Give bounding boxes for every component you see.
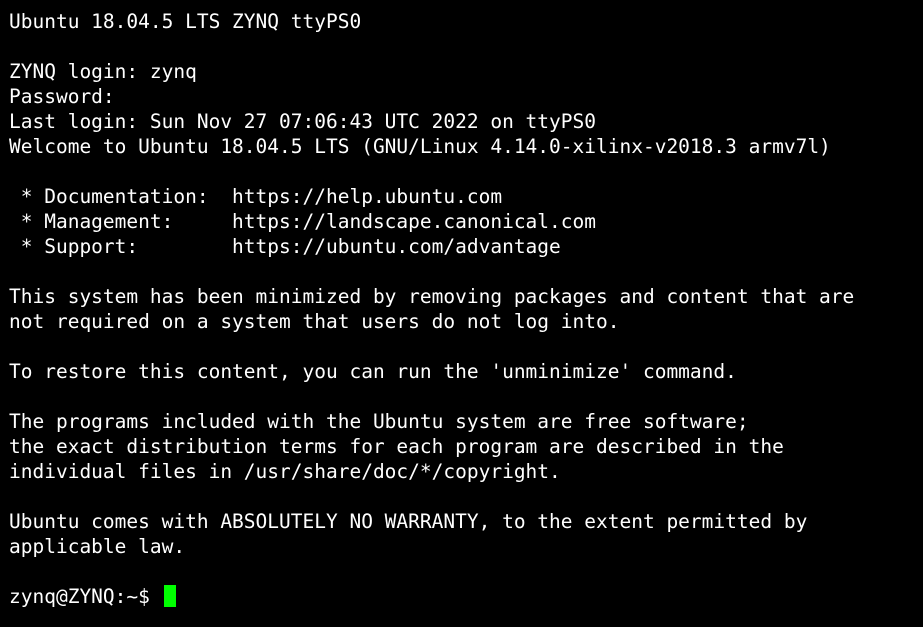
terminal-line-management: * Management: https://landscape.canonica… (9, 210, 596, 233)
terminal-line-warranty-1: Ubuntu comes with ABSOLUTELY NO WARRANTY… (9, 510, 808, 533)
terminal-line-last-login: Last login: Sun Nov 27 07:06:43 UTC 2022… (9, 110, 596, 133)
terminal-line-warranty-2: applicable law. (9, 535, 186, 558)
terminal-line-documentation: * Documentation: https://help.ubuntu.com (9, 185, 503, 208)
terminal-prompt-line[interactable]: zynq@ZYNQ:~$ (9, 584, 923, 609)
terminal-line-minimized-1: This system has been minimized by removi… (9, 285, 855, 308)
terminal-line-support: * Support: https://ubuntu.com/advantage (9, 235, 561, 258)
terminal-cursor[interactable] (163, 585, 176, 607)
terminal-line-license-2: the exact distribution terms for each pr… (9, 435, 784, 458)
terminal-line-login: ZYNQ login: zynq (9, 60, 197, 83)
terminal-line-license-3: individual files in /usr/share/doc/*/cop… (9, 460, 561, 483)
terminal-line-license-1: The programs included with the Ubuntu sy… (9, 410, 749, 433)
terminal-line-welcome: Welcome to Ubuntu 18.04.5 LTS (GNU/Linux… (9, 135, 831, 158)
shell-prompt: zynq@ZYNQ:~$ (9, 585, 162, 608)
terminal-line-issue: Ubuntu 18.04.5 LTS ZYNQ ttyPS0 (9, 10, 362, 33)
terminal-line-minimized-2: not required on a system that users do n… (9, 310, 620, 333)
terminal-line-password: Password: (9, 85, 115, 108)
terminal-line-unminimize: To restore this content, you can run the… (9, 360, 737, 383)
terminal-window[interactable]: Ubuntu 18.04.5 LTS ZYNQ ttyPS0 ZYNQ logi… (0, 0, 923, 627)
